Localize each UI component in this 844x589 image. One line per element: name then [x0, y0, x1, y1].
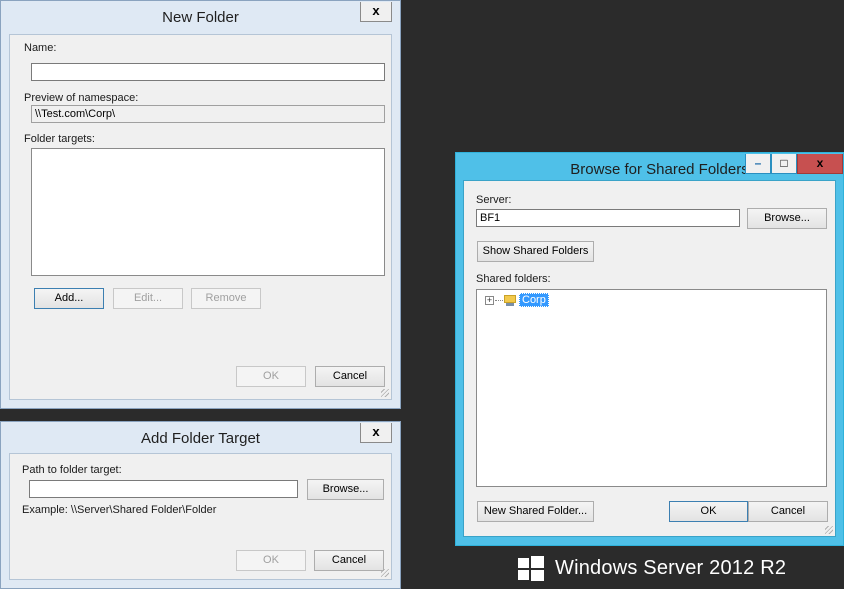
server-field[interactable]: BF1: [476, 209, 740, 227]
cancel-button[interactable]: Cancel: [315, 366, 385, 387]
edit-button[interactable]: Edit...: [113, 288, 183, 309]
add-target-cancel-button[interactable]: Cancel: [314, 550, 384, 571]
add-folder-target-dialog: Add Folder Target x Path to folder targe…: [0, 421, 401, 589]
remove-button[interactable]: Remove: [191, 288, 261, 309]
preview-field: \\Test.com\Corp\: [31, 105, 385, 123]
minimize-button[interactable]: –: [745, 154, 771, 174]
resize-grip-icon[interactable]: [381, 389, 389, 397]
example-text: Example: \\Server\Shared Folder\Folder: [22, 504, 217, 516]
name-label: Name:: [24, 42, 57, 54]
browse-cancel-button[interactable]: Cancel: [748, 501, 828, 522]
preview-label: Preview of namespace:: [24, 92, 139, 104]
path-field[interactable]: [29, 480, 298, 498]
shared-folders-tree[interactable]: + Corp: [476, 289, 827, 487]
name-field[interactable]: [31, 63, 385, 81]
expand-icon[interactable]: +: [485, 295, 494, 305]
browse-titlebar[interactable]: Browse for Shared Folders – □ x: [456, 153, 843, 183]
resize-grip-icon[interactable]: [381, 569, 389, 577]
add-button[interactable]: Add...: [34, 288, 104, 309]
add-target-titlebar[interactable]: Add Folder Target x: [1, 422, 400, 452]
tree-connector: [495, 299, 503, 301]
shared-folders-label: Shared folders:: [476, 273, 551, 285]
windows-logo-icon: [518, 556, 544, 581]
browse-ok-button[interactable]: OK: [669, 501, 748, 522]
new-folder-title: New Folder: [162, 9, 239, 26]
server-label: Server:: [476, 194, 512, 206]
add-target-title: Add Folder Target: [141, 430, 260, 447]
maximize-button[interactable]: □: [771, 154, 797, 174]
ok-button[interactable]: OK: [236, 366, 306, 387]
new-folder-dialog: New Folder x Name: Preview of namespace:…: [0, 0, 401, 409]
tree-item-corp[interactable]: + Corp: [485, 293, 549, 307]
add-target-close-button[interactable]: x: [360, 423, 392, 443]
new-folder-titlebar[interactable]: New Folder x: [1, 1, 400, 31]
path-browse-button[interactable]: Browse...: [307, 479, 384, 500]
browse-close-button[interactable]: x: [797, 154, 843, 174]
browse-client: Server: BF1 Browse... Show Shared Folder…: [463, 180, 836, 537]
tree-item-label[interactable]: Corp: [519, 293, 549, 307]
new-shared-folder-button[interactable]: New Shared Folder...: [477, 501, 594, 522]
windows-server-text: Windows Server 2012 R2: [555, 557, 787, 579]
new-folder-client: Name: Preview of namespace: \\Test.com\C…: [9, 34, 392, 400]
path-label: Path to folder target:: [22, 464, 122, 476]
resize-grip-icon[interactable]: [825, 526, 833, 534]
browse-shared-folders-dialog: Browse for Shared Folders – □ x Server: …: [455, 152, 844, 546]
windows-server-branding: Windows Server 2012 R2: [518, 556, 786, 581]
shared-folder-icon: [504, 294, 516, 306]
show-shared-folders-button[interactable]: Show Shared Folders: [477, 241, 594, 262]
new-folder-close-button[interactable]: x: [360, 2, 392, 22]
add-target-client: Path to folder target: Browse... Example…: [9, 453, 392, 580]
folder-targets-label: Folder targets:: [24, 133, 95, 145]
add-target-ok-button[interactable]: OK: [236, 550, 306, 571]
server-browse-button[interactable]: Browse...: [747, 208, 827, 229]
folder-targets-list[interactable]: [31, 148, 385, 276]
